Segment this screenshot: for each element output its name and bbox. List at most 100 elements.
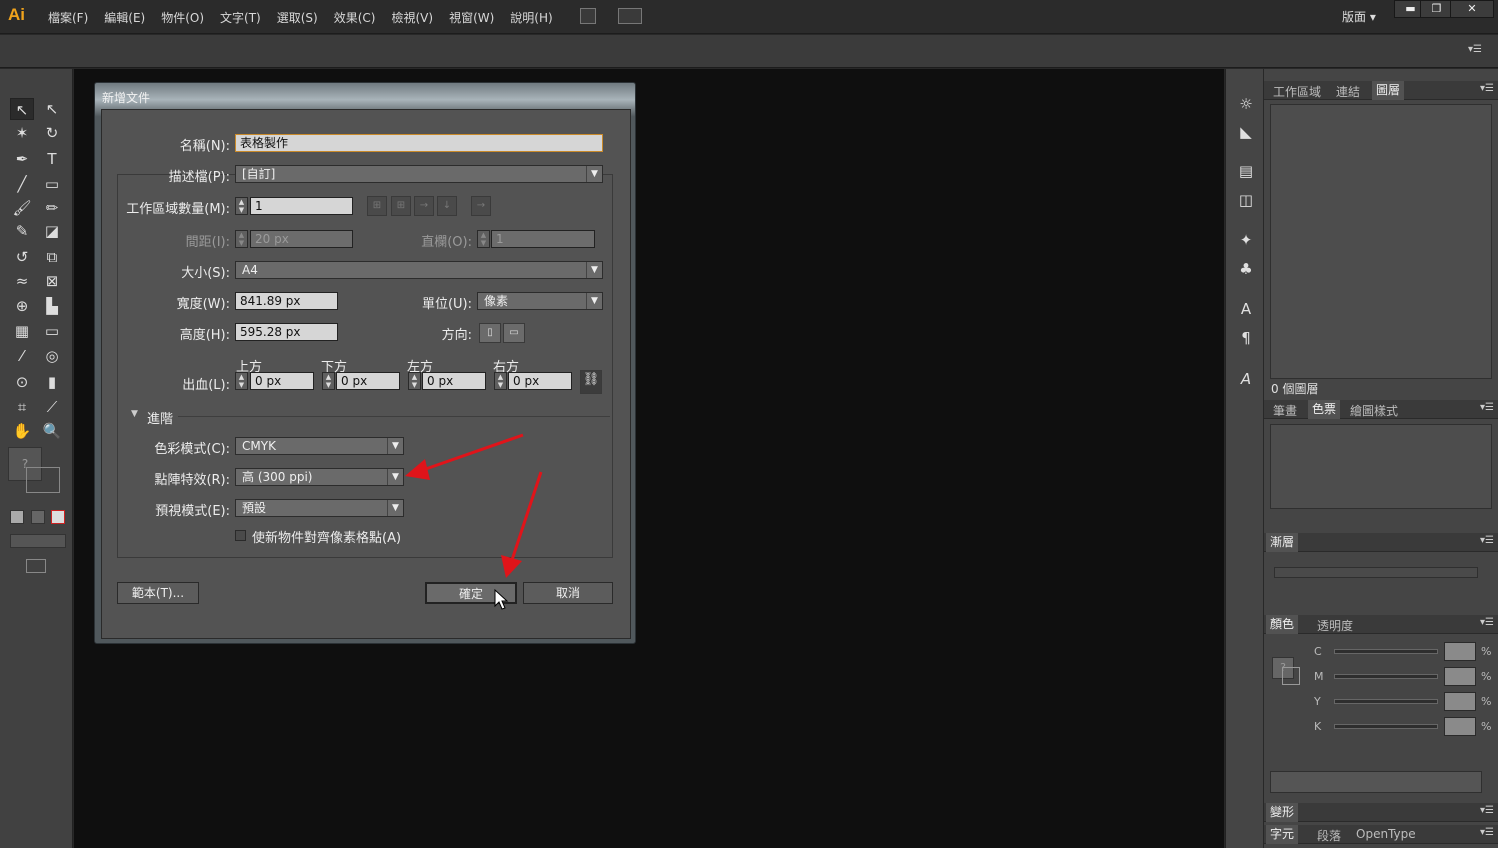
menu-view[interactable]: 檢視(V) [391,9,433,26]
panel-menu-icon[interactable]: ▾☰ [1480,535,1494,546]
bleed-bottom-input[interactable]: 0 px [336,372,400,390]
grid-by-row-icon[interactable]: ⊞ [367,196,387,216]
menu-edit[interactable]: 編輯(E) [104,9,145,26]
tab-stroke[interactable]: 筆畫 [1273,402,1297,419]
rotate-tool-icon[interactable]: ↺ [10,246,34,268]
bridge-icon[interactable] [580,8,596,24]
profile-dropdown[interactable]: [自訂] ▼ [235,165,603,183]
eraser-tool-icon[interactable]: ◪ [40,220,64,242]
type-tool-icon[interactable]: T [40,148,64,170]
blob-brush-tool-icon[interactable]: ✎ [10,220,34,242]
panel-menu-icon[interactable]: ▾☰ [1480,617,1494,628]
menu-effect[interactable]: 效果(C) [334,9,376,26]
templates-button[interactable]: 範本(T)... [117,582,199,604]
yellow-input[interactable] [1444,692,1476,711]
none-mode-icon[interactable] [51,510,65,524]
grid-by-column-icon[interactable]: ⊞ [391,196,411,216]
slice-tool-icon[interactable]: ⟋ [40,396,64,418]
arrange-documents-icon[interactable] [618,8,642,24]
artboards-input[interactable]: 1 [250,197,353,215]
scale-tool-icon[interactable]: ⧉ [40,246,64,268]
color-mode-icon[interactable] [10,510,24,524]
align-icon[interactable]: ▤ [1236,162,1256,182]
panel-menu-icon[interactable]: ▾☰ [1480,805,1494,816]
perspective-grid-tool-icon[interactable]: ▙ [40,295,64,317]
hand-tool-icon[interactable]: ✋ [10,420,34,442]
character-styles-icon[interactable]: A [1236,300,1256,320]
portrait-icon[interactable]: ▯ [479,323,501,343]
tab-graphic-styles[interactable]: 繪圖樣式 [1350,402,1398,419]
gradient-mode-icon[interactable] [31,510,45,524]
pathfinder-icon[interactable]: ◫ [1236,191,1256,211]
tab-gradient[interactable]: 漸層 [1266,533,1299,552]
columns-stepper[interactable]: ▲ ▼ [477,230,490,248]
tab-opentype[interactable]: OpenType [1356,827,1416,841]
menu-select[interactable]: 選取(S) [277,9,318,26]
control-panel-menu-icon[interactable]: ▾☰ [1468,44,1482,55]
gradient-tool-icon[interactable]: ▭ [40,320,64,342]
rectangle-tool-icon[interactable]: ▭ [40,173,64,195]
artboard-tool-icon[interactable]: ⌗ [10,396,34,418]
paintbrush-tool-icon[interactable]: 🖌 [10,197,34,219]
black-input[interactable] [1444,717,1476,736]
size-dropdown[interactable]: A4 ▼ [235,261,603,279]
color-spectrum[interactable] [1270,771,1482,793]
yellow-slider[interactable] [1334,699,1438,704]
pen-tool-icon[interactable]: ✒ [10,148,34,170]
raster-effects-dropdown[interactable]: 高 (300 ppi) ▼ [235,468,404,486]
gradient-slider[interactable] [1274,567,1478,578]
arrange-by-column-icon[interactable]: ↓ [437,196,457,216]
paragraph-styles-icon[interactable]: ¶ [1236,329,1256,349]
height-input[interactable]: 595.28 px [235,323,338,341]
columns-input[interactable]: 1 [491,230,595,248]
tab-color[interactable]: 顏色 [1266,615,1299,634]
width-input[interactable]: 841.89 px [235,292,338,310]
pencil-tool-icon[interactable]: ✏ [40,197,64,219]
black-slider[interactable] [1334,724,1438,729]
color-mode-dropdown[interactable]: CMYK ▼ [235,437,404,455]
tab-layers[interactable]: 圖層 [1372,81,1405,100]
magenta-slider[interactable] [1334,674,1438,679]
panel-menu-icon[interactable]: ▾☰ [1480,827,1494,838]
bleed-right-stepper[interactable]: ▲ ▼ [494,372,507,390]
selection-tool-icon[interactable]: ↖ [10,98,34,120]
menu-window[interactable]: 視窗(W) [449,9,494,26]
magenta-input[interactable] [1444,667,1476,686]
column-graph-tool-icon[interactable]: ▮ [40,371,64,393]
advanced-label[interactable]: 進階 [147,408,173,427]
spacing-input[interactable]: 20 px [250,230,353,248]
link-bleed-icon[interactable]: ⛓ [580,370,602,394]
preview-mode-dropdown[interactable]: 預設 ▼ [235,499,404,517]
eyedropper-tool-icon[interactable]: ⁄ [10,345,34,367]
advanced-toggle-icon[interactable]: ▼ [131,409,138,419]
close-button[interactable]: ✕ [1450,0,1494,18]
direct-selection-tool-icon[interactable]: ↖ [40,98,64,120]
bleed-left-input[interactable]: 0 px [422,372,486,390]
spacing-stepper[interactable]: ▲ ▼ [235,230,248,248]
tab-swatches[interactable]: 色票 [1308,400,1341,419]
stroke-swatch-icon[interactable] [1282,667,1300,685]
menu-object[interactable]: 物件(O) [161,9,204,26]
landscape-icon[interactable]: ▭ [503,323,525,343]
lasso-tool-icon[interactable]: ↻ [40,122,64,144]
cancel-button[interactable]: 取消 [523,582,613,604]
brushes-icon[interactable]: ✦ [1236,231,1256,251]
blend-tool-icon[interactable]: ◎ [40,345,64,367]
magic-wand-tool-icon[interactable]: ✶ [10,122,34,144]
align-pixel-grid-checkbox[interactable] [235,530,246,541]
tab-character[interactable]: 字元 [1266,825,1299,844]
tab-paragraph[interactable]: 段落 [1317,827,1341,844]
tab-transparency[interactable]: 透明度 [1317,617,1353,634]
panel-menu-icon[interactable]: ▾☰ [1480,83,1494,94]
drawing-modes-icon[interactable] [10,534,66,548]
artboards-stepper[interactable]: ▲ ▼ [235,197,248,215]
zoom-tool-icon[interactable]: 🔍 [40,420,64,442]
appearance-icon[interactable]: ☼ [1236,95,1256,115]
screen-mode-icon[interactable] [26,559,46,573]
maximize-button[interactable]: ❐ [1420,0,1453,18]
arrange-by-row-icon[interactable]: → [414,196,434,216]
tab-links[interactable]: 連結 [1336,83,1360,100]
stroke-color-icon[interactable] [26,467,60,493]
symbol-sprayer-tool-icon[interactable]: ⊙ [10,371,34,393]
mesh-tool-icon[interactable]: ▦ [10,320,34,342]
